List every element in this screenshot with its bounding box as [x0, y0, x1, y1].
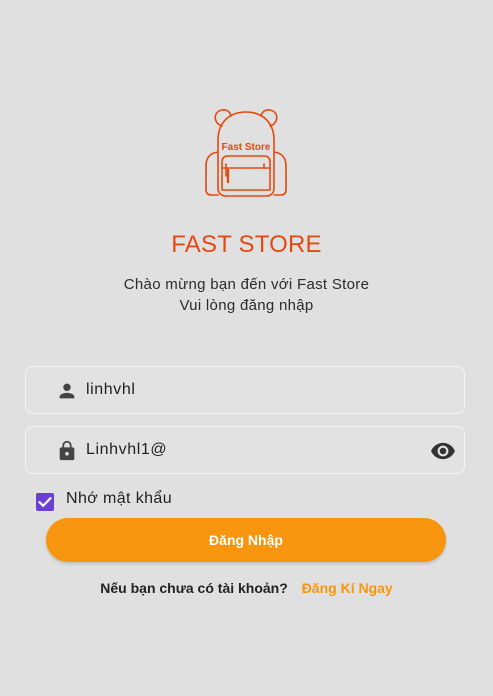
logo-text: Fast Store	[222, 142, 271, 153]
password-value: Linhvhl1@	[86, 441, 168, 458]
remember-checkbox[interactable]	[36, 493, 54, 511]
signup-link[interactable]: Đăng Kí Ngay	[302, 580, 393, 596]
login-button[interactable]: Đăng Nhập	[46, 518, 446, 562]
remember-label: Nhớ mật khẩu	[66, 490, 173, 507]
username-value: linhvhl	[86, 381, 136, 398]
welcome-text: Chào mừng bạn đến với Fast Store	[123, 276, 370, 293]
password-field[interactable]: Linhvhl1@	[25, 426, 465, 474]
signup-question: Nếu bạn chưa có tài khoản?	[100, 580, 288, 596]
username-field[interactable]: linhvhl	[25, 366, 465, 414]
app-title: FAST STORE	[171, 231, 322, 258]
signup-row: Nếu bạn chưa có tài khoản? Đăng Kí Ngay	[0, 580, 493, 596]
lock-icon	[59, 440, 75, 461]
login-prompt-text: Vui lòng đăng nhập	[179, 297, 314, 314]
backpack-icon: Fast Store	[205, 109, 287, 197]
login-screen: Fast Store FAST STORE Chào mừng bạn đến …	[0, 0, 493, 696]
person-icon	[59, 383, 75, 399]
eye-icon[interactable]	[428, 438, 458, 464]
checkmark-icon	[38, 497, 52, 507]
